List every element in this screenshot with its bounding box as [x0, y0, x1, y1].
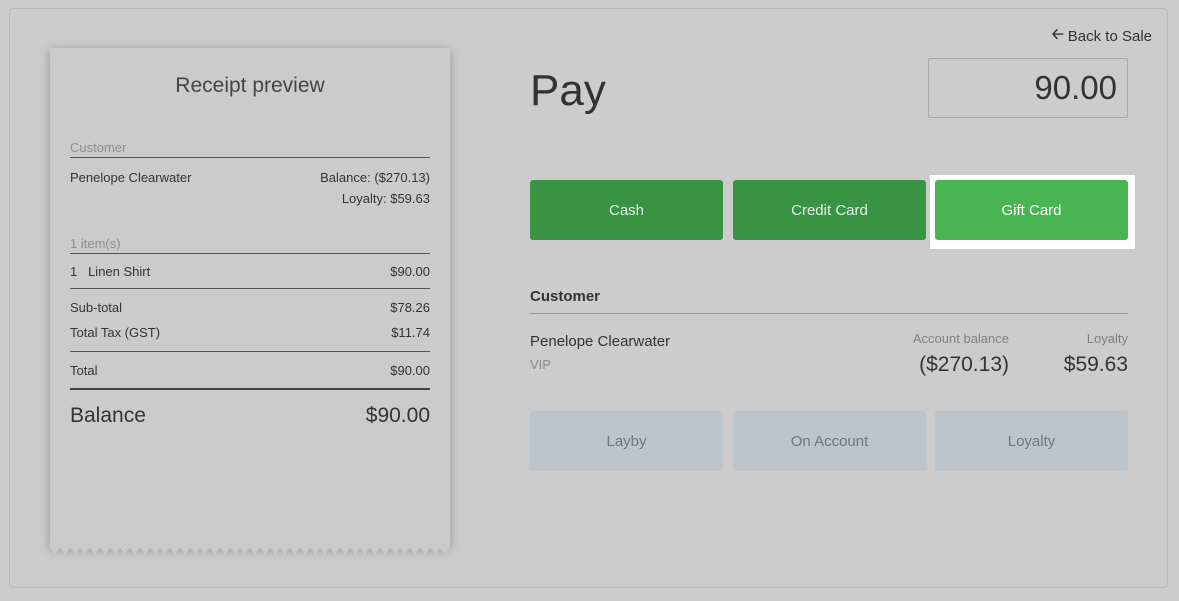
receipt-items-label: 1 item(s)	[70, 236, 121, 251]
credit-card-button[interactable]: Credit Card	[733, 180, 926, 240]
gift-card-button[interactable]: Gift Card	[935, 180, 1128, 240]
tax-value: $11.74	[391, 325, 430, 340]
divider	[70, 288, 430, 289]
account-balance-value: ($270.13)	[919, 353, 1009, 376]
receipt-line-item: 1 Linen Shirt	[70, 264, 150, 279]
loyalty-button[interactable]: Loyalty	[935, 411, 1128, 471]
subtotal-value: $78.26	[390, 300, 430, 315]
loyalty-value: $59.63	[1063, 353, 1128, 376]
on-account-button[interactable]: On Account	[733, 411, 926, 471]
divider	[70, 253, 430, 254]
receipt-torn-edge	[50, 544, 450, 554]
arrow-left-icon: 🡠	[1051, 26, 1064, 43]
receipt-customer-name: Penelope Clearwater	[70, 170, 192, 185]
balance-label: Balance	[70, 404, 146, 427]
account-balance-label: Account balance	[912, 331, 1009, 346]
total-label: Total	[70, 363, 98, 378]
receipt-title: Receipt preview	[175, 74, 325, 97]
total-value: $90.00	[390, 363, 430, 378]
divider	[530, 313, 1128, 314]
divider	[70, 388, 430, 390]
divider	[70, 157, 430, 158]
customer-name: Penelope Clearwater	[530, 333, 671, 350]
item-price: $90.00	[390, 264, 430, 279]
loyalty-label: Loyalty	[1086, 331, 1128, 346]
divider	[70, 351, 430, 352]
subtotal-label: Sub-total	[70, 300, 123, 315]
back-to-sale-label: Back to Sale	[1067, 28, 1152, 45]
pay-title: Pay	[530, 66, 606, 115]
item-name: Linen Shirt	[88, 264, 151, 279]
layby-button[interactable]: Layby	[530, 411, 723, 471]
tax-label: Total Tax (GST)	[70, 325, 161, 340]
cash-button[interactable]: Cash	[530, 180, 723, 240]
receipt-customer-balance: Balance: ($270.13)	[320, 170, 430, 185]
back-to-sale-link[interactable]: 🡠 Back to Sale	[1052, 24, 1152, 49]
item-qty: 1	[70, 264, 78, 279]
balance-value: $90.00	[365, 404, 430, 427]
receipt-customer-loyalty: Loyalty: $59.63	[341, 191, 430, 206]
receipt-preview: Receipt preview Customer Penelope Clearw…	[50, 48, 450, 548]
receipt-customer-label: Customer	[70, 140, 127, 155]
payment-amount-input[interactable]	[928, 58, 1128, 118]
customer-group: VIP	[530, 357, 551, 372]
customer-heading: Customer	[530, 288, 601, 305]
